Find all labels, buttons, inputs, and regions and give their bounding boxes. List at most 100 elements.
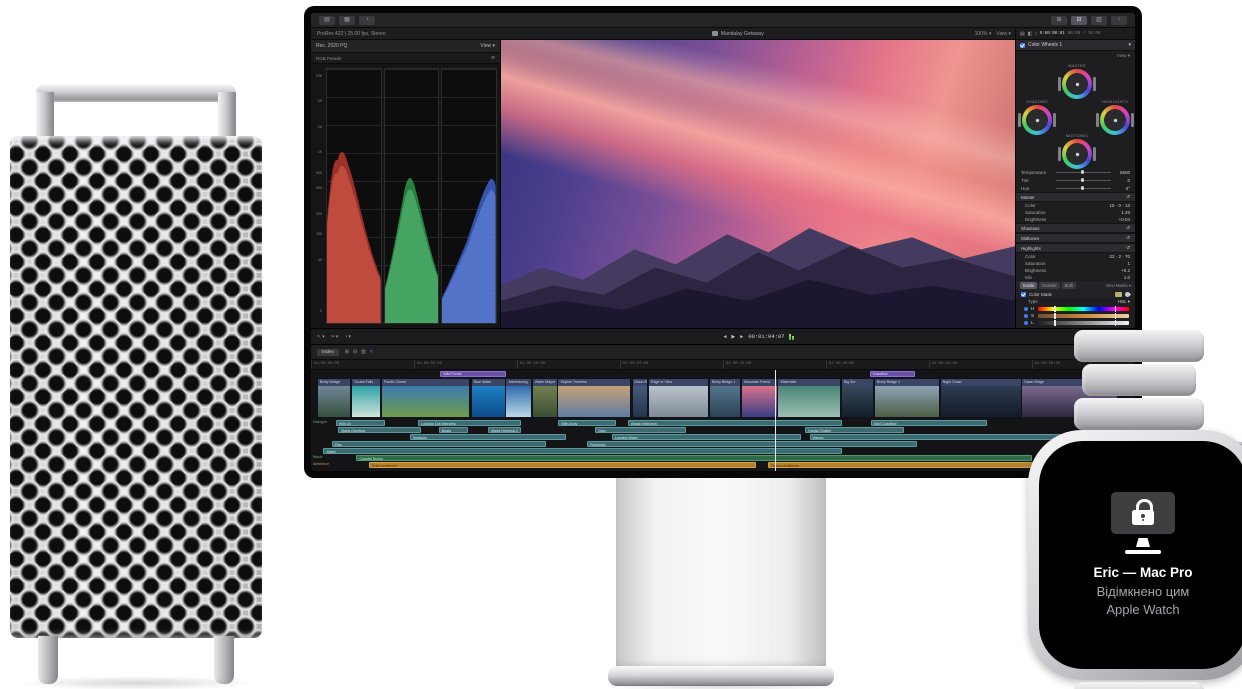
playhead[interactable] [775, 370, 776, 471]
insert-icon[interactable]: ⊟ [353, 349, 357, 355]
section-reset-icon[interactable]: ↺ [1126, 194, 1130, 200]
share-icon[interactable]: ↑ [1111, 16, 1127, 25]
mask-channel-h[interactable]: H [1016, 305, 1135, 312]
audio-clip[interactable]: Fireworks [587, 441, 917, 447]
wheel-control[interactable] [1076, 83, 1079, 86]
video-clip[interactable]: Moon Bay [632, 378, 649, 418]
mask-swatch-icon[interactable] [1115, 292, 1122, 297]
wheel-ring[interactable] [1062, 69, 1092, 99]
slider-track[interactable] [1056, 180, 1111, 181]
section-reset-icon[interactable]: ↺ [1126, 235, 1130, 241]
color-wheel-highlights[interactable]: Highlights [1098, 100, 1132, 135]
video-clip[interactable]: Waterfalls [777, 378, 841, 418]
channel-range-slider[interactable] [1038, 321, 1129, 325]
section-header-midtones[interactable]: Midtones↺ [1016, 233, 1135, 243]
wheel-ring[interactable] [1062, 139, 1092, 169]
audio-clip[interactable]: Lapping Water [612, 434, 802, 440]
color-inspector-icon[interactable]: ◧ [1028, 31, 1033, 37]
section-reset-icon[interactable]: ↺ [1126, 225, 1130, 231]
video-clip[interactable]: Night Coast [940, 378, 1022, 418]
browser-layout-icon[interactable]: ⊞ [1051, 16, 1067, 25]
param-value[interactable]: +0.04 [1119, 217, 1130, 222]
view-masks-menu[interactable]: View Masks ▾ [1105, 283, 1131, 288]
mask-tab-inside[interactable]: Inside [1020, 282, 1037, 289]
audio-clip[interactable]: Quiet Ambience [369, 462, 756, 468]
slider-tint[interactable]: Tint0 [1016, 176, 1135, 184]
slider-handle[interactable] [1081, 186, 1085, 190]
color-wheel-midtones[interactable]: Midtones [1060, 134, 1094, 169]
audio-clip[interactable]: Beach Interview [628, 420, 842, 426]
wheel-ring[interactable] [1022, 105, 1052, 135]
select-tool[interactable]: ↖▾ [317, 334, 325, 340]
slider-hue[interactable]: Hue0° [1016, 184, 1135, 192]
section-header-highlights[interactable]: Highlights↺ [1016, 243, 1135, 253]
mask-type-value[interactable]: HSL ▾ [1118, 299, 1130, 305]
eyedropper-icon[interactable] [1124, 290, 1131, 297]
audio-clip[interactable]: Beats [439, 427, 468, 433]
color-wheel-shadows[interactable]: Shadows [1020, 100, 1054, 135]
scope-settings-icon[interactable]: ⚙ [491, 55, 495, 61]
inspector-view-menu[interactable]: View ▾ [1016, 51, 1135, 60]
wheel-ring[interactable] [1100, 105, 1130, 135]
channel-range-slider[interactable] [1038, 314, 1129, 318]
audio-clip[interactable]: With Andy [558, 420, 616, 426]
timeline-layout-icon[interactable]: ⊟ [1071, 16, 1087, 25]
audio-clip[interactable]: Coastal Tempo [356, 455, 1032, 461]
audio-clip[interactable]: Water [323, 448, 842, 454]
mask-tab-both[interactable]: Both [1062, 282, 1077, 289]
timeline-tracks[interactable]: Wild ForestCoastlineBixby BridgeScuba Fa… [311, 370, 1135, 471]
retime-tool[interactable]: ◔▾ [344, 334, 351, 340]
channel-enabled-icon[interactable] [1024, 314, 1028, 318]
wheel-control[interactable] [1036, 119, 1039, 122]
param-value[interactable]: 1 [1127, 261, 1130, 266]
background-tasks-icon[interactable]: ◔ [359, 16, 375, 25]
channel-range-slider[interactable] [1038, 307, 1129, 311]
audio-clip[interactable]: Bird Coastline [871, 420, 986, 426]
video-clip[interactable]: Scuba Falls [351, 378, 381, 418]
audio-clip[interactable]: Gary [595, 427, 686, 433]
slider-track[interactable] [1056, 172, 1111, 173]
audio-clip[interactable]: Kayak Chatter [805, 427, 904, 433]
viewer-view-menu[interactable]: View ▾ [996, 31, 1011, 37]
section-header-shadows[interactable]: Shadows↺ [1016, 223, 1135, 233]
video-clip[interactable]: Adventuring [505, 378, 532, 418]
append-icon[interactable]: ⊞ [345, 349, 349, 355]
audio-clip[interactable]: Distant Ambience [768, 462, 1048, 468]
video-clip[interactable]: Bixby Bridge 2 [874, 378, 940, 418]
timeline-ruler[interactable]: 01:00:00:0001:00:08:0001:00:16:0001:00:2… [311, 360, 1135, 370]
effect-chevron-icon[interactable]: ▾ [1128, 42, 1131, 48]
overwrite-icon[interactable]: ▥ [361, 349, 366, 355]
slider-handle[interactable] [1081, 170, 1085, 174]
title-clip[interactable]: Wild Forest [440, 371, 506, 377]
param-value[interactable]: 1.26 [1121, 210, 1130, 215]
audio-clip[interactable]: With Ali [336, 420, 385, 426]
video-clip[interactable]: Bixby Bridge 1 [709, 378, 741, 418]
info-inspector-icon[interactable]: i [1035, 31, 1036, 37]
mask-channel-l[interactable]: L [1016, 319, 1135, 326]
viewer-zoom-menu[interactable]: 100% ▾ [975, 31, 992, 37]
channel-enabled-icon[interactable] [1024, 307, 1028, 311]
wheel-control[interactable] [1114, 119, 1117, 122]
section-reset-icon[interactable]: ↺ [1126, 245, 1130, 251]
mask-tab-outside[interactable]: Outside [1039, 282, 1059, 289]
color-wheel-master[interactable]: Master [1060, 64, 1094, 99]
slider-handle[interactable] [1081, 178, 1085, 182]
photos-sidebar-icon[interactable]: ▦ [339, 16, 355, 25]
effect-checkbox[interactable] [1020, 43, 1025, 48]
skip-back-button[interactable]: ◄ [722, 334, 727, 340]
video-clip[interactable]: Big Sur [841, 378, 874, 418]
viewer[interactable] [501, 40, 1015, 328]
play-button[interactable]: ▶ [731, 334, 735, 340]
video-clip[interactable]: Blue Water [471, 378, 506, 418]
skimming-icon[interactable]: ↖ [370, 349, 374, 355]
skip-forward-button[interactable]: ► [739, 334, 744, 340]
mask-channel-s[interactable]: S [1016, 312, 1135, 319]
section-header-master[interactable]: Master↺ [1016, 192, 1135, 202]
video-clip[interactable]: Mountain Forest [741, 378, 778, 418]
slider-temperature[interactable]: Temperature6500 [1016, 168, 1135, 176]
audio-clip[interactable]: Seagulls [410, 434, 567, 440]
video-clip[interactable]: Edge to View [648, 378, 709, 418]
param-value[interactable]: 1.0 [1124, 275, 1130, 280]
slider-track[interactable] [1056, 188, 1111, 189]
audio-meters[interactable] [789, 333, 794, 340]
